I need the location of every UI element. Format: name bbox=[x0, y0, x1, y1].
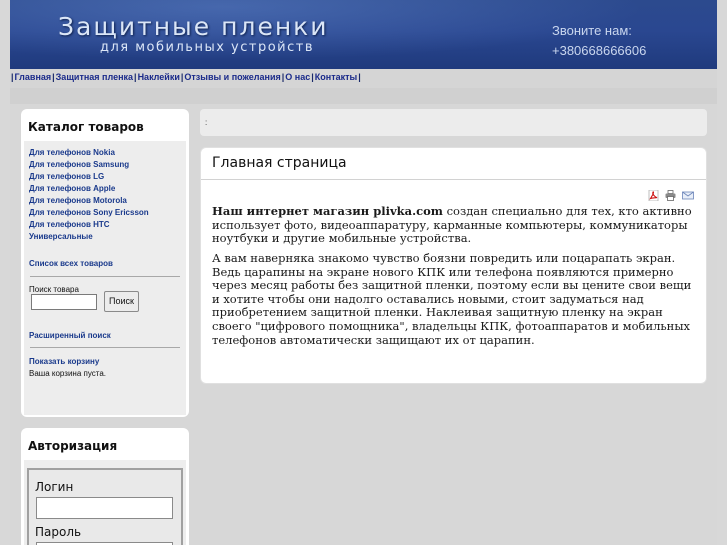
nav-item-home[interactable]: Главная bbox=[15, 72, 52, 82]
search-button[interactable]: Поиск bbox=[104, 291, 139, 312]
content-panel: Главная страница Наш интернет магазин pl… bbox=[200, 147, 707, 384]
nav-item-protective-film[interactable]: Защитная пленка bbox=[56, 72, 133, 82]
nav-item-about[interactable]: О нас bbox=[285, 72, 310, 82]
intro-bold: Наш интернет магазин plivka.com bbox=[212, 204, 443, 218]
auth-inner: Логин Пароль bbox=[24, 460, 186, 545]
catalog-item-universal[interactable]: Универсальные bbox=[29, 231, 186, 243]
body-paragraph: А вам наверняка знакомо чувство боязни п… bbox=[212, 251, 692, 347]
intro-paragraph: Наш интернет магазин plivka.com создан с… bbox=[212, 204, 692, 246]
site-header: Защитные пленки для мобильных устройств … bbox=[10, 0, 717, 69]
show-cart-link[interactable]: Показать корзину bbox=[24, 357, 99, 366]
auth-box: Авторизация Логин Пароль bbox=[21, 428, 189, 545]
catalog-item-htc[interactable]: Для телефонов HTC bbox=[29, 219, 186, 231]
password-label: Пароль bbox=[35, 525, 82, 539]
catalog-title: Каталог товаров bbox=[28, 120, 144, 134]
breadcrumb: : bbox=[200, 109, 707, 136]
catalog-item-sony-ericsson[interactable]: Для телефонов Sony Ericsson bbox=[29, 207, 186, 219]
login-field[interactable] bbox=[36, 497, 173, 519]
divider bbox=[30, 347, 180, 348]
login-label: Логин bbox=[35, 480, 74, 494]
page-title: Главная страница bbox=[212, 155, 347, 171]
catalog-inner: Для телефонов Nokia Для телефонов Samsun… bbox=[24, 141, 186, 415]
nav-item-stickers[interactable]: Наклейки bbox=[138, 72, 180, 82]
catalog-box: Каталог товаров Для телефонов Nokia Для … bbox=[21, 109, 189, 417]
auth-form: Логин Пароль bbox=[27, 468, 183, 545]
search-input[interactable] bbox=[31, 294, 97, 310]
catalog-item-apple[interactable]: Для телефонов Apple bbox=[29, 183, 186, 195]
catalog-list: Для телефонов Nokia Для телефонов Samsun… bbox=[24, 141, 186, 243]
nav-band bbox=[10, 88, 717, 104]
catalog-item-samsung[interactable]: Для телефонов Samsung bbox=[29, 159, 186, 171]
catalog-item-lg[interactable]: Для телефонов LG bbox=[29, 171, 186, 183]
phone-number: +380668666606 bbox=[552, 43, 647, 58]
advanced-search-link[interactable]: Расширенный поиск bbox=[24, 331, 111, 340]
auth-title: Авторизация bbox=[28, 439, 118, 453]
all-items-link[interactable]: Список всех товаров bbox=[24, 259, 186, 268]
nav-item-reviews[interactable]: Отзывы и пожелания bbox=[184, 72, 280, 82]
main-nav: |Главная|Защитная пленка|Наклейки|Отзывы… bbox=[10, 69, 717, 88]
nav-item-contacts[interactable]: Контакты bbox=[315, 72, 357, 82]
divider bbox=[30, 276, 180, 277]
logo-title[interactable]: Защитные пленки bbox=[58, 12, 329, 41]
article-tools bbox=[648, 186, 696, 202]
catalog-item-nokia[interactable]: Для телефонов Nokia bbox=[29, 147, 186, 159]
catalog-item-motorola[interactable]: Для телефонов Motorola bbox=[29, 195, 186, 207]
pdf-icon[interactable] bbox=[648, 186, 659, 202]
email-icon[interactable] bbox=[682, 186, 694, 200]
print-icon[interactable] bbox=[665, 186, 676, 201]
cart-empty-text: Ваша корзина пуста. bbox=[29, 369, 106, 378]
phone-label: Звоните нам: bbox=[552, 23, 632, 38]
logo-subtitle: для мобильных устройств bbox=[100, 40, 314, 55]
content-title-bar: Главная страница bbox=[201, 148, 706, 180]
